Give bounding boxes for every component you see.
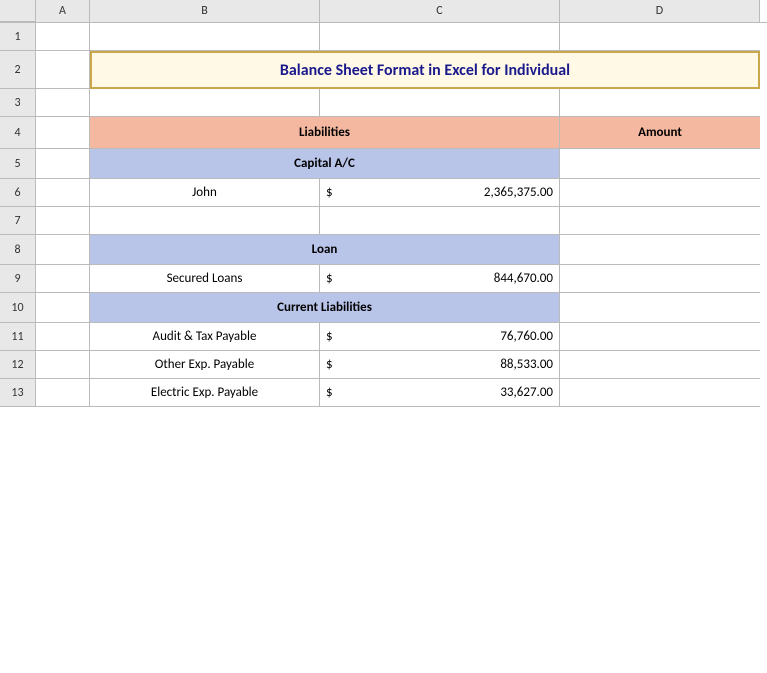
spreadsheet: A B C D 1 2 Balance Sheet Format in Exce… [0,0,767,673]
cell-d7[interactable] [560,207,760,235]
table-row: 3 [0,89,767,117]
cell-c1[interactable] [320,23,560,51]
spreadsheet-rows: 1 2 Balance Sheet Format in Excel for In… [0,23,767,407]
capital-section-header: Capital A/C [90,149,560,179]
cell-c12[interactable]: $ 88,533.00 [320,351,560,379]
table-row: 1 [0,23,767,51]
other-exp-label: Other Exp. Payable [155,357,254,372]
cell-c11[interactable]: $ 76,760.00 [320,323,560,351]
electric-exp-value: 33,627.00 [500,385,553,400]
amount-header: Amount [560,117,760,149]
liabilities-label: Liabilities [299,125,350,140]
row-number: 4 [0,117,36,149]
currency-symbol-13: $ [326,385,333,400]
col-header-c: C [320,0,560,22]
col-header-d: D [560,0,760,22]
cell-b12[interactable]: Other Exp. Payable [90,351,320,379]
table-row: 10 Current Liabilities [0,293,767,323]
row-number: 3 [0,89,36,117]
cell-c7[interactable] [320,207,560,235]
audit-tax-value: 76,760.00 [500,329,553,344]
audit-tax-label: Audit & Tax Payable [153,329,257,344]
john-label: John [192,185,217,200]
cell-a11[interactable] [36,323,90,351]
cell-b13[interactable]: Electric Exp. Payable [90,379,320,407]
col-header-b: B [90,0,320,22]
table-row: 8 Loan [0,235,767,265]
cell-d6[interactable] [560,179,760,207]
cell-a10[interactable] [36,293,90,323]
currency-symbol-12: $ [326,357,333,372]
electric-exp-label: Electric Exp. Payable [151,385,258,400]
currency-symbol-11: $ [326,329,333,344]
column-headers: A B C D [0,0,767,23]
cell-a7[interactable] [36,207,90,235]
title-cell: Balance Sheet Format in Excel for Indivi… [90,51,760,89]
row-number: 10 [0,293,36,323]
cell-d9[interactable] [560,265,760,293]
currency-symbol-6: $ [326,185,333,200]
cell-a13[interactable] [36,379,90,407]
table-row: 4 Liabilities Amount [0,117,767,149]
row-number: 12 [0,351,36,379]
cell-c13[interactable]: $ 33,627.00 [320,379,560,407]
row-number: 8 [0,235,36,265]
cell-d1[interactable] [560,23,760,51]
table-row: 7 [0,207,767,235]
table-row: 5 Capital A/C [0,149,767,179]
row-number: 6 [0,179,36,207]
loan-section-header: Loan [90,235,560,265]
current-liabilities-section-header: Current Liabilities [90,293,560,323]
cell-a6[interactable] [36,179,90,207]
cell-a1[interactable] [36,23,90,51]
cell-b3[interactable] [90,89,320,117]
cell-d12[interactable] [560,351,760,379]
cell-a9[interactable] [36,265,90,293]
col-header-a: A [36,0,90,22]
table-row: 9 Secured Loans $ 844,670.00 [0,265,767,293]
spreadsheet-title: Balance Sheet Format in Excel for Indivi… [280,61,570,80]
cell-d8[interactable] [560,235,760,265]
cell-b11[interactable]: Audit & Tax Payable [90,323,320,351]
amount-label: Amount [638,125,682,140]
cell-b6[interactable]: John [90,179,320,207]
cell-c9[interactable]: $ 844,670.00 [320,265,560,293]
table-row: 12 Other Exp. Payable $ 88,533.00 [0,351,767,379]
cell-a2[interactable] [36,51,90,89]
cell-a5[interactable] [36,149,90,179]
table-row: 2 Balance Sheet Format in Excel for Indi… [0,51,767,89]
cell-c3[interactable] [320,89,560,117]
cell-d3[interactable] [560,89,760,117]
cell-d13[interactable] [560,379,760,407]
liabilities-header: Liabilities [90,117,560,149]
secured-loans-value: 844,670.00 [494,271,553,286]
table-row: 6 John $ 2,365,375.00 [0,179,767,207]
cell-a12[interactable] [36,351,90,379]
cell-a4[interactable] [36,117,90,149]
row-number: 5 [0,149,36,179]
table-row: 13 Electric Exp. Payable $ 33,627.00 [0,379,767,407]
row-number: 13 [0,379,36,407]
cell-d10[interactable] [560,293,760,323]
row-number: 1 [0,23,36,51]
cell-b9[interactable]: Secured Loans [90,265,320,293]
cell-a8[interactable] [36,235,90,265]
row-number: 2 [0,51,36,89]
row-number: 9 [0,265,36,293]
cell-a3[interactable] [36,89,90,117]
cell-d5[interactable] [560,149,760,179]
other-exp-value: 88,533.00 [500,357,553,372]
cell-b1[interactable] [90,23,320,51]
cell-d11[interactable] [560,323,760,351]
currency-symbol-9: $ [326,271,333,286]
cell-b7[interactable] [90,207,320,235]
corner-cell [0,0,36,22]
row-number: 11 [0,323,36,351]
secured-loans-label: Secured Loans [167,271,243,286]
row-number: 7 [0,207,36,235]
table-row: 11 Audit & Tax Payable $ 76,760.00 [0,323,767,351]
cell-c6[interactable]: $ 2,365,375.00 [320,179,560,207]
john-value: 2,365,375.00 [484,185,553,200]
